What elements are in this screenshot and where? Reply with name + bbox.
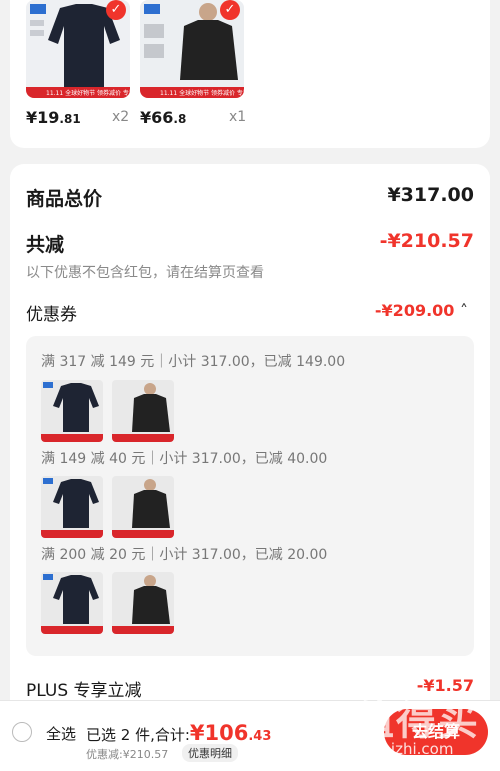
select-all-label[interactable]: 全选 [46,723,76,744]
total-value: ¥317.00 [387,184,474,206]
selected-summary: 已选 2 件,合计:¥106.43 [86,721,272,745]
jacket-thumbnail [112,476,174,538]
coupon-rule: 满 149 减 40 元｜小计 317.00，已减 40.00 [41,451,328,467]
item-quantity: x2 [112,109,130,125]
price-summary-card: 商品总价 ¥317.00 共减 -¥210.57 以下优惠不包含红包，请在结算页… [10,164,490,724]
sweater-thumbnail [41,380,103,442]
select-all-radio[interactable] [12,722,32,742]
discount-label: 共减 [26,234,65,256]
product-image-sweater[interactable]: 11.11 全球好物节 领券减价 专属福利 ✓ [26,0,130,98]
checkout-button[interactable]: 去结算 [384,709,488,755]
coupon-rule: 满 200 减 20 元｜小计 317.00，已减 20.00 [41,547,328,563]
coupon-rule: 满 317 减 149 元｜小计 317.00，已减 149.00 [41,354,346,370]
plus-discount-label: PLUS 专享立减 [26,681,142,701]
item-quantity: x1 [229,109,247,125]
discount-note: 以下优惠不包含红包，请在结算页查看 [26,265,264,281]
coupon-toggle[interactable]: -¥209.00 ˄ [375,301,468,320]
item-selected-check-icon[interactable]: ✓ [106,0,126,20]
item-price: ¥66.8 [140,108,187,127]
plus-discount-value: -¥1.57 [416,676,474,695]
item-selected-check-icon[interactable]: ✓ [220,0,240,20]
coupon-label: 优惠券 [26,305,77,325]
jacket-thumbnail [112,572,174,634]
coupon-detail-panel: 满 317 减 149 元｜小计 317.00，已减 149.00 满 149 … [26,336,474,656]
discount-value: -¥210.57 [379,230,474,252]
cart-items-card: 11.11 全球好物节 领券减价 专属福利 ✓ 11.11 全球好物节 领券减价… [10,0,490,148]
sweater-thumbnail [41,476,103,538]
item-price: ¥19.81 [26,108,81,127]
sweater-thumbnail [41,572,103,634]
total-label: 商品总价 [26,188,103,210]
discount-detail-button[interactable]: 优惠明细 [182,744,238,762]
saved-amount: 优惠减:¥210.57 [86,748,169,761]
jacket-thumbnail [112,380,174,442]
product-image-jacket[interactable]: 11.11 全球好物节 领券减价 专属福利 ✓ [140,0,244,98]
chevron-up-icon: ˄ [460,301,468,320]
checkout-bar: 全选 已选 2 件,合计:¥106.43 优惠减:¥210.57 优惠明细 去结… [0,700,500,771]
